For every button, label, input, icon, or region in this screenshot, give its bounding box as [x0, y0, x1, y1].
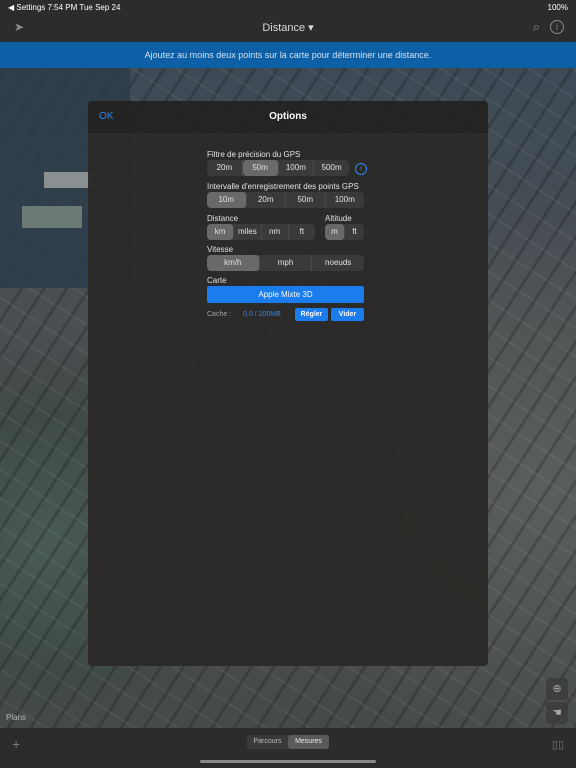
mode-segment: Parcours Mesures — [247, 735, 329, 749]
plus-icon[interactable]: + — [12, 736, 20, 752]
gps-filter-option[interactable]: 50m — [242, 160, 279, 176]
search-icon[interactable]: ⌕ — [533, 19, 540, 35]
info-icon[interactable]: i — [355, 163, 367, 175]
pier — [44, 172, 94, 188]
home-indicator — [200, 760, 376, 763]
speed-option[interactable]: mph — [260, 255, 313, 271]
speed-option[interactable]: km/h — [207, 255, 260, 271]
options-dialog: OK Options Filtre de précision du GPS 20… — [88, 101, 488, 666]
speed-label: Vitesse — [207, 245, 234, 254]
instruction-banner: Ajoutez au moins deux points sur la cart… — [0, 42, 576, 68]
map-type-label: Carte — [207, 276, 227, 285]
battery-status: 100% — [547, 3, 568, 12]
status-left: ◀ Settings 7:54 PM Tue Sep 24 — [8, 3, 121, 12]
crosshair-icon[interactable]: ⊕ — [546, 678, 568, 700]
speed-option[interactable]: noeuds — [312, 255, 364, 271]
map-type-button[interactable]: Apple Mixte 3D — [207, 286, 364, 303]
altitude-option[interactable]: m — [325, 224, 345, 240]
record-interval-option[interactable]: 50m — [286, 192, 326, 208]
gps-filter-label: Filtre de précision du GPS — [207, 150, 301, 159]
distance-label: Distance — [207, 214, 239, 223]
nav-bar: ➤ Distance ▾ ⌕ i — [0, 14, 576, 42]
pier — [22, 206, 82, 228]
info-icon[interactable]: i — [550, 20, 564, 34]
record-interval-segment: 10m 20m 50m 100m — [207, 192, 364, 208]
cache-label: Cache : — [207, 311, 232, 318]
altitude-segment: m ft — [325, 224, 364, 240]
page-title[interactable]: Distance ▾ — [0, 21, 576, 34]
gps-filter-option[interactable]: 500m — [314, 160, 349, 176]
altitude-label: Altitude — [325, 214, 352, 223]
tab-mesures[interactable]: Mesures — [288, 735, 329, 749]
hand-icon[interactable]: ☚ — [546, 702, 568, 724]
dialog-title: Options — [269, 111, 307, 122]
status-bar: ◀ Settings 7:54 PM Tue Sep 24 100% — [0, 0, 576, 14]
gps-filter-option[interactable]: 100m — [279, 160, 315, 176]
map-attribution: Plans — [6, 713, 27, 722]
distance-option[interactable]: ft — [289, 224, 315, 240]
record-interval-option[interactable]: 20m — [247, 192, 286, 208]
speed-segment: km/h mph noeuds — [207, 255, 364, 271]
tab-parcours[interactable]: Parcours — [247, 735, 288, 749]
record-interval-label: Intervalle d'enregistrement des points G… — [207, 182, 359, 191]
distance-option[interactable]: km — [207, 224, 235, 240]
bottom-toolbar: + Parcours Mesures ▯▯ — [0, 728, 576, 768]
cache-clear-button[interactable]: Vider — [331, 308, 364, 321]
book-icon[interactable]: ▯▯ — [552, 738, 564, 751]
distance-option[interactable]: nm — [262, 224, 289, 240]
record-interval-option[interactable]: 10m — [207, 192, 247, 208]
distance-option[interactable]: miles — [234, 224, 262, 240]
altitude-option[interactable]: ft — [345, 224, 364, 240]
gps-filter-option[interactable]: 20m — [207, 160, 243, 176]
record-interval-option[interactable]: 100m — [326, 192, 365, 208]
cache-set-button[interactable]: Régler — [295, 308, 328, 321]
gps-filter-segment: 20m 50m 100m 500m — [207, 160, 349, 176]
distance-segment: km miles nm ft — [207, 224, 315, 240]
cache-value: 0,0 / 200MB — [243, 311, 281, 318]
